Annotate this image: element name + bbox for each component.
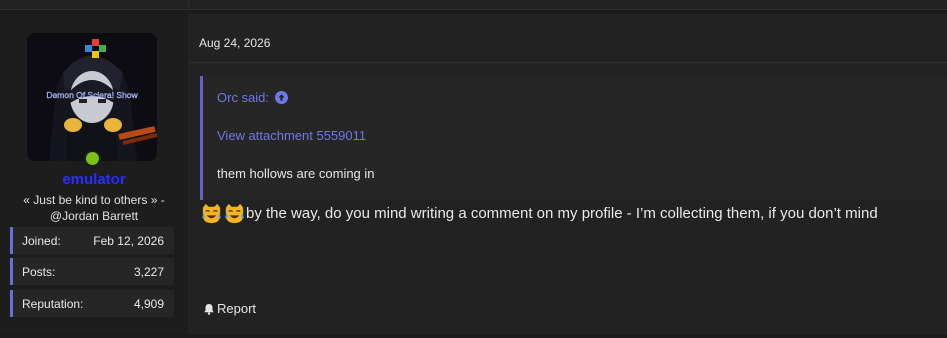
column-divider bbox=[188, 0, 189, 10]
stat-value: Feb 12, 2026 bbox=[93, 234, 164, 248]
next-post-edge bbox=[0, 334, 947, 338]
report-button[interactable]: Report bbox=[203, 301, 256, 316]
crying-laughing-cat-icon bbox=[224, 203, 245, 224]
bell-icon bbox=[204, 303, 214, 315]
report-label: Report bbox=[217, 301, 257, 316]
avatar[interactable]: Demon Of Sciera! Show bbox=[27, 33, 157, 161]
quote-block: Orc said: View attachment 5559011 them h… bbox=[200, 76, 947, 200]
stat-posts: Posts: 3,227 bbox=[10, 258, 174, 285]
quote-author: Orc said: bbox=[217, 90, 270, 105]
crying-laughing-cat-icon bbox=[201, 203, 222, 224]
online-status-indicator bbox=[84, 150, 101, 167]
username[interactable]: emulator bbox=[0, 171, 188, 188]
message-text: by the way, do you mind writing a commen… bbox=[246, 205, 878, 222]
stat-joined: Joined: Feb 12, 2026 bbox=[10, 227, 174, 254]
quote-text: them hollows are coming in bbox=[217, 166, 375, 181]
view-attachment-link[interactable]: View attachment 5559011 bbox=[217, 128, 366, 143]
stat-value: 4,909 bbox=[133, 297, 164, 311]
stat-label: Reputation: bbox=[22, 297, 84, 311]
stat-label: Posts: bbox=[22, 265, 56, 279]
post-date[interactable]: Aug 24, 2026 bbox=[199, 36, 270, 50]
avatar-image: Demon Of Sciera! Show bbox=[27, 33, 157, 161]
post-message: by the way, do you mind writing a commen… bbox=[200, 202, 878, 225]
avatar-caption: Demon Of Sciera! Show bbox=[46, 90, 138, 100]
stat-label: Joined: bbox=[22, 234, 61, 248]
user-info-panel: Demon Of Sciera! Show emulator « Just be… bbox=[0, 14, 188, 334]
arrow-up-circle-icon[interactable] bbox=[275, 91, 289, 104]
post-content: Aug 24, 2026 Orc said: View attachment 5… bbox=[188, 14, 947, 334]
previous-post-footer bbox=[0, 0, 947, 10]
quote-author-link[interactable]: Orc said: bbox=[217, 90, 289, 105]
user-title: « Just be kind to others » -@Jordan Barr… bbox=[23, 193, 165, 223]
header-divider bbox=[188, 62, 947, 63]
forum-post: Demon Of Sciera! Show emulator « Just be… bbox=[0, 14, 947, 334]
stat-reputation: Reputation: 4,909 bbox=[10, 290, 174, 317]
stat-value: 3,227 bbox=[133, 265, 164, 279]
